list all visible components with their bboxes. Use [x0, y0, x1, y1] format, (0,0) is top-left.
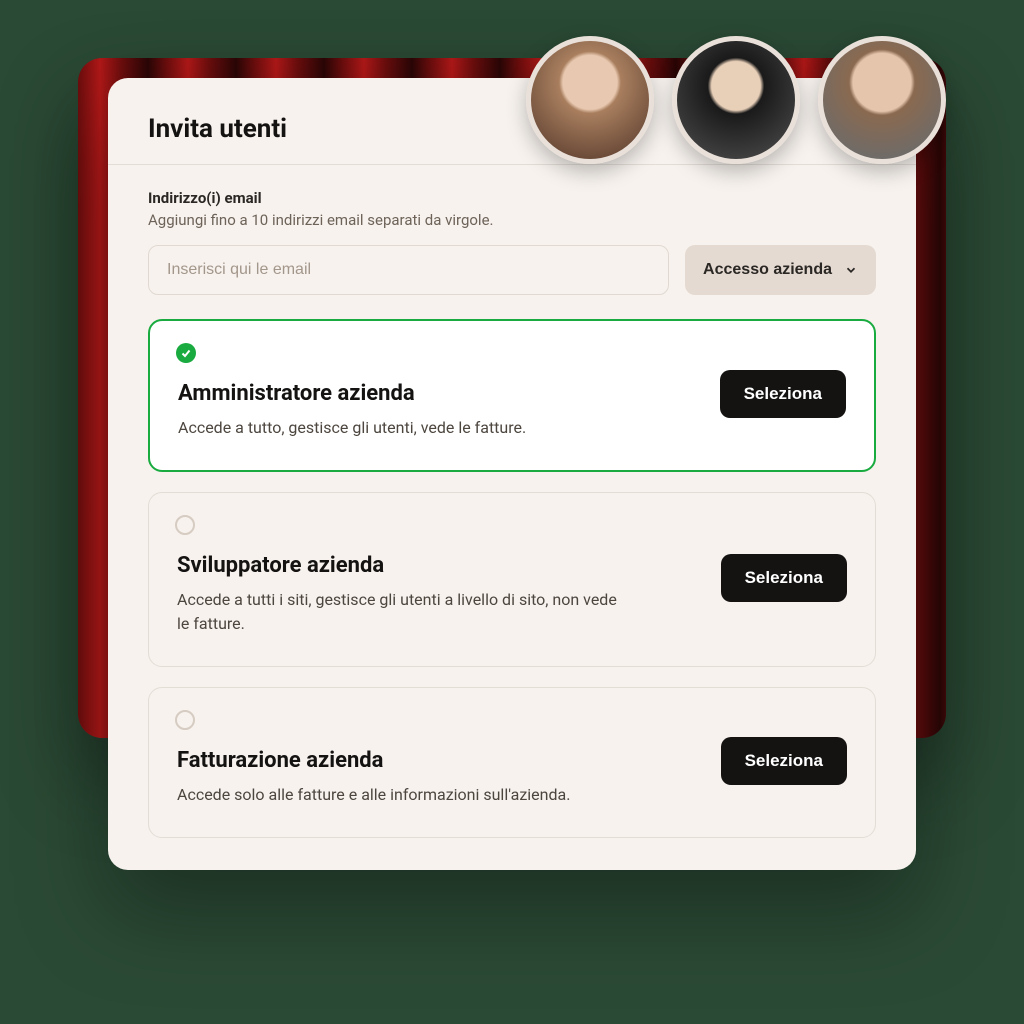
role-description: Accede solo alle fatture e alle informaz… — [177, 783, 617, 807]
role-card-billing[interactable]: Fatturazione azienda Accede solo alle fa… — [148, 687, 876, 838]
role-body: Amministratore azienda Accede a tutto, g… — [178, 347, 700, 440]
radio-icon — [175, 710, 195, 730]
role-description: Accede a tutti i siti, gestisce gli uten… — [177, 588, 617, 636]
email-section: Indirizzo(i) email Aggiungi fino a 10 in… — [108, 165, 916, 295]
select-button[interactable]: Seleziona — [720, 370, 846, 418]
avatar — [672, 36, 800, 164]
avatar — [818, 36, 946, 164]
invite-users-modal: Invita utenti Indirizzo(i) email Aggiung… — [108, 78, 916, 870]
roles-list: Amministratore azienda Accede a tutto, g… — [108, 295, 916, 838]
email-input-row: Accesso azienda — [148, 245, 876, 295]
chevron-down-icon — [844, 263, 858, 277]
email-input[interactable] — [148, 245, 669, 295]
role-card-developer[interactable]: Sviluppatore azienda Accede a tutti i si… — [148, 492, 876, 667]
role-body: Sviluppatore azienda Accede a tutti i si… — [177, 519, 701, 636]
role-card-admin[interactable]: Amministratore azienda Accede a tutto, g… — [148, 319, 876, 472]
role-title: Amministratore azienda — [178, 381, 700, 406]
access-level-label: Accesso azienda — [703, 261, 832, 279]
avatar-group — [526, 36, 946, 164]
select-button[interactable]: Seleziona — [721, 737, 847, 785]
role-description: Accede a tutto, gestisce gli utenti, ved… — [178, 416, 618, 440]
role-body: Fatturazione azienda Accede solo alle fa… — [177, 714, 701, 807]
select-button[interactable]: Seleziona — [721, 554, 847, 602]
radio-icon — [175, 515, 195, 535]
role-title: Fatturazione azienda — [177, 748, 701, 773]
role-title: Sviluppatore azienda — [177, 553, 701, 578]
access-level-select[interactable]: Accesso azienda — [685, 245, 876, 295]
check-icon — [176, 343, 196, 363]
email-label: Indirizzo(i) email — [148, 189, 876, 207]
email-sublabel: Aggiungi fino a 10 indirizzi email separ… — [148, 211, 876, 229]
avatar — [526, 36, 654, 164]
